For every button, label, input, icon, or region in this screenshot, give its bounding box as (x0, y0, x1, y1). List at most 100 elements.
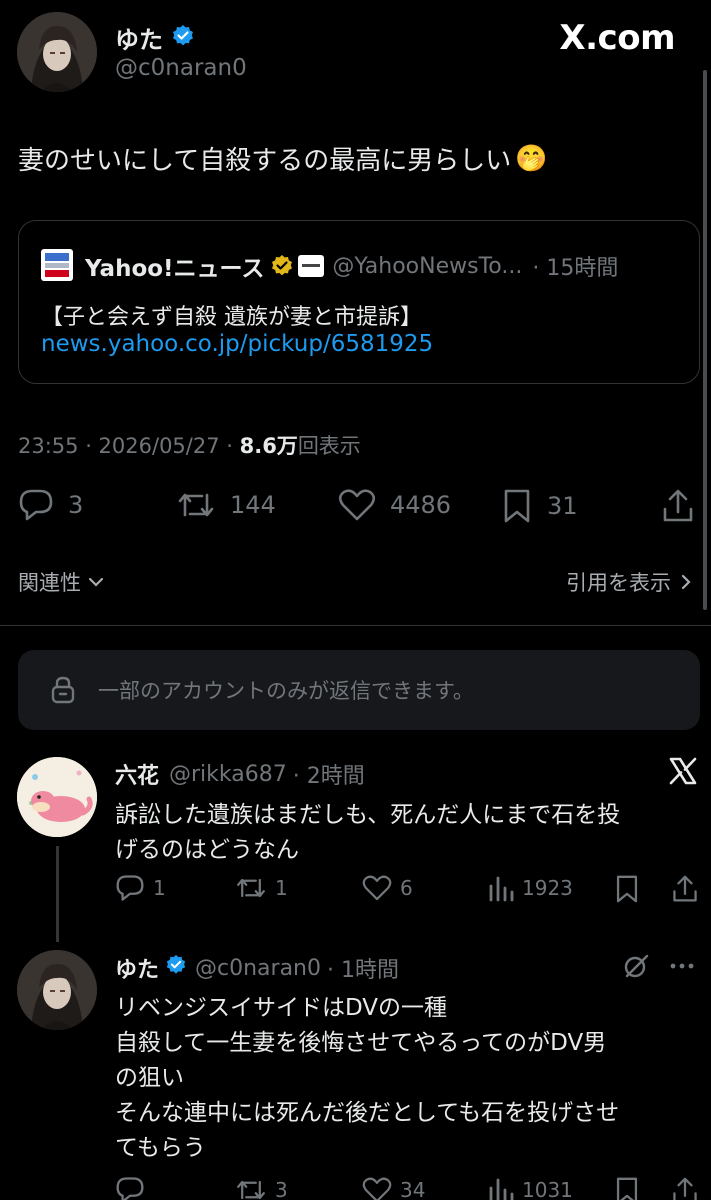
reply2-text-line2: 自殺して一生妻を後悔させてやるってのがDV男 (115, 1030, 607, 1056)
views-label: 回表示 (297, 434, 361, 458)
views-count: 8.6万 (239, 434, 298, 458)
view-quotes-link[interactable]: 引用を表示 (566, 567, 693, 597)
reply1-avatar[interactable] (17, 757, 97, 837)
related-sort-button[interactable]: 関連性 (18, 567, 105, 597)
quote-source-handle[interactable]: @YahooNewsTo... (332, 254, 522, 279)
reply1-views-button[interactable]: 1923 (488, 874, 573, 902)
reply2-bookmark-button[interactable] (614, 1176, 640, 1200)
reply2-view-count: 1031 (522, 1178, 573, 1200)
author-name[interactable]: ゆた (115, 20, 163, 55)
face-with-hand-emoji: 🤭 (515, 143, 548, 174)
reply-button[interactable]: 3 (18, 488, 83, 522)
share-icon (673, 1177, 697, 1200)
reply1-header: 六花 @rikka687 · 2時間 (115, 758, 365, 790)
reply1-like-button[interactable]: 6 (362, 874, 413, 902)
reply1-text-line2: げるのはどうなん (115, 837, 299, 863)
view-quotes-label: 引用を表示 (566, 571, 671, 595)
verified-badge-icon (171, 24, 195, 52)
reply2-like-button[interactable]: 34 (362, 1176, 425, 1200)
reply1-reply-count: 1 (153, 876, 166, 900)
reply1-repost-count: 1 (275, 876, 288, 900)
post-text: 妻のせいにして自殺するの最高に男らしい (18, 146, 512, 176)
reply1-repost-button[interactable]: 1 (235, 874, 288, 902)
reply1-reply-button[interactable]: 1 (115, 874, 166, 902)
post-timestamp[interactable]: 23:55 · 2026/05/27 · (18, 434, 240, 458)
avatar-illustration (17, 950, 97, 1030)
reply2-reply-button[interactable] (115, 1176, 153, 1200)
reply1-author-handle[interactable]: @rikka687 (169, 762, 287, 787)
reply2-time: · 1時間 (327, 958, 399, 983)
slowpoke-avatar-illustration (17, 757, 97, 837)
share-button[interactable] (662, 488, 694, 524)
reply2-repost-count: 3 (275, 1178, 288, 1200)
reply1-text-line1: 訴訟した遺族はまだしも、死んだ人にまで石を投 (115, 802, 621, 828)
heart-icon (338, 489, 376, 521)
post-meta: 23:55 · 2026/05/27 · 8.6万回表示 (18, 430, 361, 460)
reply1-view-count: 1923 (522, 876, 573, 900)
heart-icon (362, 1177, 392, 1200)
reply-count: 3 (68, 491, 84, 519)
share-icon (673, 875, 697, 902)
reply1-author-name[interactable]: 六花 (115, 758, 159, 790)
chevron-right-icon (681, 574, 691, 590)
x-brand-logo: X.com (559, 18, 675, 58)
gold-verified-badge-icon (270, 254, 294, 278)
related-label: 関連性 (18, 571, 81, 595)
scrollbar-thumb[interactable] (703, 70, 707, 610)
reply2-author-handle[interactable]: @c0naran0 (195, 956, 321, 981)
quote-headline: 【子と会えず自殺 遺族が妻と市提訴】 (41, 305, 422, 330)
reply2-repost-button[interactable]: 3 (235, 1176, 288, 1200)
author-name-row: ゆた (115, 20, 195, 55)
like-count: 4486 (390, 491, 452, 519)
share-icon (663, 489, 693, 522)
affiliate-badge-icon (298, 255, 325, 277)
reply2-avatar[interactable] (17, 950, 97, 1030)
avatar-illustration (17, 12, 97, 92)
reply2-header: ゆた @c0naran0 · 1時間 (115, 952, 399, 984)
author-avatar[interactable] (17, 12, 97, 92)
quoted-post-card[interactable]: Yahoo!ニュース @YahooNewsTo... · 15時間 【子と会えず… (18, 220, 700, 384)
heart-icon (362, 875, 392, 901)
bookmark-button[interactable]: 31 (501, 488, 578, 524)
x-logo-icon (668, 756, 698, 790)
more-options-icon[interactable] (668, 956, 696, 976)
reply2-text-line1: リベンジスイサイドはDVの一種 (115, 995, 448, 1021)
reply-restriction-notice: 一部のアカウントのみが返信できます。 (18, 650, 700, 730)
bookmark-icon (504, 489, 530, 523)
reply2-author-name[interactable]: ゆた (115, 952, 159, 984)
reply2-text-line4: そんな連中には死んだ後だとしても石を投げさせ (115, 1100, 620, 1126)
reply2-views-button[interactable]: 1031 (488, 1176, 573, 1200)
lock-icon (51, 676, 75, 704)
quote-source-name[interactable]: Yahoo!ニュース (85, 249, 264, 283)
repost-count: 144 (230, 491, 276, 519)
reply1-like-count: 6 (400, 876, 413, 900)
grok-icon[interactable] (622, 952, 650, 980)
author-handle[interactable]: @c0naran0 (115, 55, 247, 81)
reply-restriction-text: 一部のアカウントのみが返信できます。 (98, 679, 474, 703)
repost-icon (178, 493, 214, 517)
repost-button[interactable]: 144 (176, 488, 276, 522)
reply1-thread-line (56, 846, 59, 942)
reply2-like-count: 34 (400, 1178, 426, 1200)
like-button[interactable]: 4486 (338, 488, 451, 522)
repost-icon (237, 1180, 265, 1200)
quote-link[interactable]: news.yahoo.co.jp/pickup/6581925 (41, 331, 433, 357)
analytics-icon (489, 876, 514, 902)
reply2-text-line3: の狙い (115, 1065, 184, 1091)
bookmark-count: 31 (547, 492, 578, 520)
quote-header: Yahoo!ニュース @YahooNewsTo... · 15時間 (85, 249, 618, 283)
reply2-share-button[interactable] (672, 1176, 698, 1200)
section-divider (0, 625, 711, 626)
reply1-bookmark-button[interactable] (614, 874, 640, 904)
repost-icon (237, 878, 265, 898)
reply-icon (116, 875, 144, 901)
reply-icon (19, 489, 53, 521)
bookmark-icon (616, 875, 638, 903)
verified-badge-icon (165, 954, 187, 982)
quote-time: · 15時間 (532, 256, 619, 281)
reply1-share-button[interactable] (672, 874, 698, 904)
chevron-down-icon (88, 577, 104, 587)
analytics-icon (489, 1178, 514, 1200)
yahoo-news-logo-icon (41, 249, 73, 281)
reply2-text-line5: てもらう (115, 1135, 206, 1161)
